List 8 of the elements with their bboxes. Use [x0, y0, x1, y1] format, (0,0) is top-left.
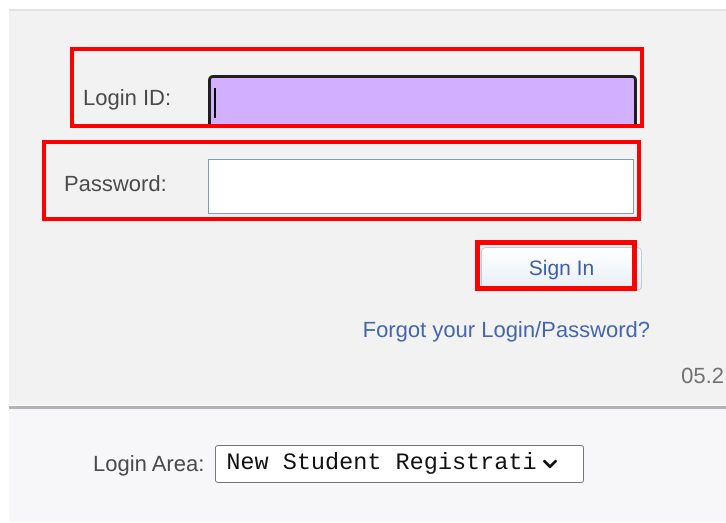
input-field[interactable]	[208, 75, 637, 124]
login-area-label: Login Area:	[93, 450, 204, 476]
forgot-password-link[interactable]: Forgot your Login/Password?	[362, 317, 650, 343]
field-label: Password:	[64, 171, 167, 197]
input-field[interactable]	[208, 159, 634, 214]
field-label: Login ID:	[83, 85, 172, 111]
version-text: 05.2	[681, 363, 724, 389]
login-area-select[interactable]: New Student Registrati	[215, 444, 584, 482]
